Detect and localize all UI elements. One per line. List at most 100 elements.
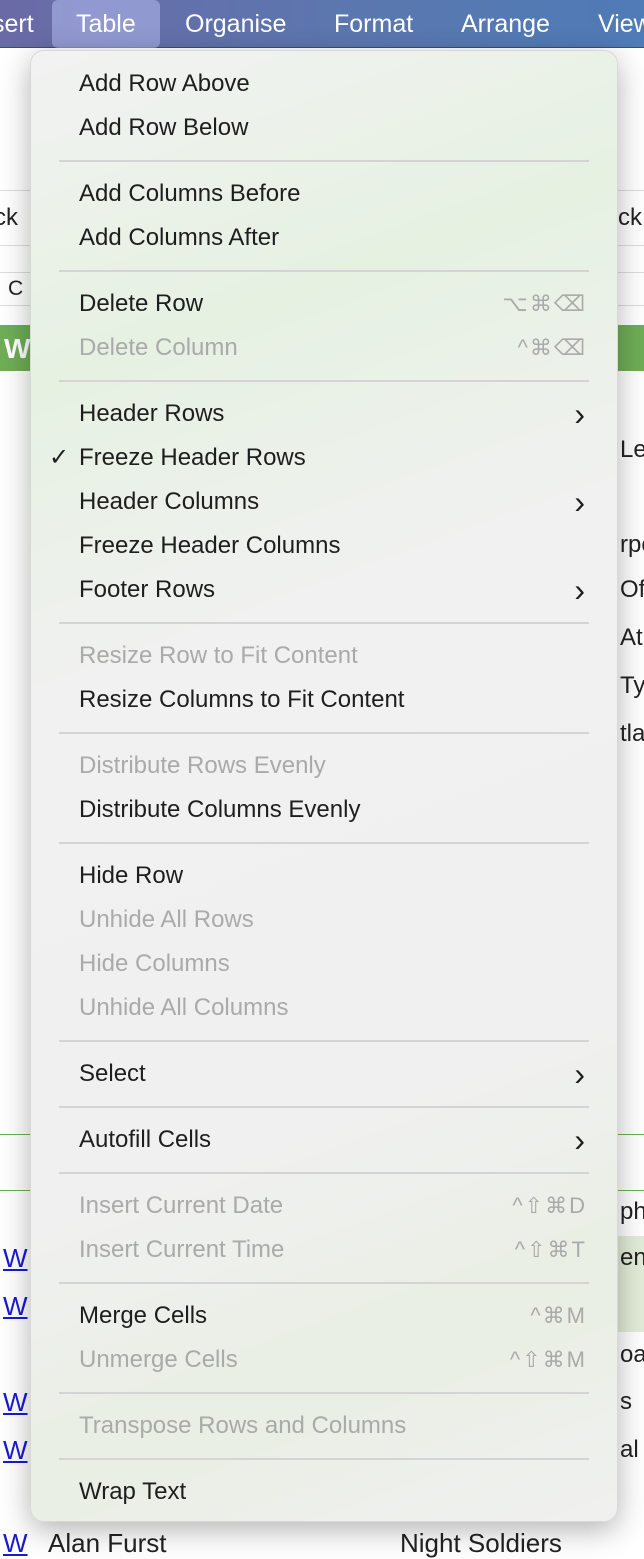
chevron-right-icon: › xyxy=(574,484,585,520)
menu-item-footer-rows[interactable]: Footer Rows › xyxy=(31,568,617,612)
cell-fragment: Of xyxy=(620,576,644,603)
cell-fragment: tla xyxy=(620,720,644,747)
keyboard-shortcut: ^⇧⌘D xyxy=(512,1193,587,1218)
menu-separator xyxy=(31,1096,617,1118)
menu-separator xyxy=(31,1272,617,1294)
cell-fragment: Le xyxy=(620,436,644,463)
menu-item-label: Footer Rows xyxy=(79,576,216,603)
keyboard-shortcut: ^⌘M xyxy=(530,1303,587,1328)
link-cell[interactable]: W xyxy=(3,1387,28,1418)
menu-item-add-columns-before[interactable]: Add Columns Before xyxy=(31,172,617,216)
menu-item-insert-current-date: Insert Current Date ^⇧⌘D xyxy=(31,1184,617,1228)
keyboard-shortcut: ^⇧⌘T xyxy=(514,1237,587,1262)
menu-item-header-columns[interactable]: Header Columns › xyxy=(31,480,617,524)
menu-table[interactable]: Table xyxy=(52,0,160,48)
menu-separator xyxy=(31,832,617,854)
author-cell[interactable]: Alan Furst xyxy=(48,1528,167,1559)
menu-item-label: Unhide All Columns xyxy=(79,994,289,1021)
menu-separator xyxy=(31,260,617,282)
link-cell[interactable]: W xyxy=(3,1528,28,1559)
menu-item-freeze-header-rows[interactable]: ✓ Freeze Header Rows xyxy=(31,436,617,480)
menu-item-add-columns-after[interactable]: Add Columns After xyxy=(31,216,617,260)
table-menu-dropdown: Add Row Above Add Row Below Add Columns Be… xyxy=(30,50,618,1522)
cell-fragment: al xyxy=(620,1436,639,1463)
menu-item-label: Insert Current Date xyxy=(79,1192,284,1219)
menu-separator xyxy=(31,722,617,744)
cell-fragment: en xyxy=(620,1244,644,1271)
title-cell[interactable]: Night Soldiers xyxy=(400,1528,562,1559)
menu-item-label: Resize Row to Fit Content xyxy=(79,642,358,669)
cell-fragment: ph xyxy=(620,1198,644,1225)
menu-item-hide-columns: Hide Columns xyxy=(31,942,617,986)
menu-item-label: Delete Column xyxy=(79,334,238,361)
menu-separator xyxy=(31,1030,617,1052)
checkmark-icon: ✓ xyxy=(49,444,70,471)
menu-item-label: Delete Row xyxy=(79,290,204,317)
menu-item-label: Freeze Header Rows xyxy=(79,444,306,471)
menu-item-label: Distribute Columns Evenly xyxy=(79,796,361,823)
menu-item-resize-columns-to-fit-content[interactable]: Resize Columns to Fit Content xyxy=(31,678,617,722)
menu-item-label: Add Columns After xyxy=(79,224,280,251)
menu-item-label: Wrap Text xyxy=(79,1478,187,1505)
menu-organise[interactable]: Organise xyxy=(185,0,286,48)
menu-item-header-rows[interactable]: Header Rows › xyxy=(31,392,617,436)
menu-item-label: Distribute Rows Evenly xyxy=(79,752,326,779)
menu-item-unmerge-cells: Unmerge Cells ^⇧⌘M xyxy=(31,1338,617,1382)
link-cell[interactable]: W xyxy=(3,1291,28,1322)
menu-item-merge-cells[interactable]: Merge Cells ^⌘M xyxy=(31,1294,617,1338)
menu-item-autofill-cells[interactable]: Autofill Cells › xyxy=(31,1118,617,1162)
menu-item-wrap-text[interactable]: Wrap Text xyxy=(31,1470,617,1514)
menu-separator xyxy=(31,1382,617,1404)
menu-separator xyxy=(31,150,617,172)
menu-item-label: Resize Columns to Fit Content xyxy=(79,686,405,713)
menu-arrange[interactable]: Arrange xyxy=(461,0,550,48)
menu-item-label: Header Columns xyxy=(79,488,260,515)
menu-item-distribute-rows-evenly: Distribute Rows Evenly xyxy=(31,744,617,788)
cell-fragment: ck xyxy=(0,204,18,231)
menu-item-label: Add Columns Before xyxy=(79,180,301,207)
menu-item-freeze-header-columns[interactable]: Freeze Header Columns xyxy=(31,524,617,568)
header-cell-fragment: W xyxy=(4,333,31,364)
menu-view[interactable]: View xyxy=(598,0,644,48)
link-cell[interactable]: W xyxy=(3,1435,28,1466)
keyboard-shortcut: ^⇧⌘M xyxy=(509,1347,587,1372)
column-label: C xyxy=(8,277,24,300)
menu-item-label: Transpose Rows and Columns xyxy=(79,1412,407,1439)
cell-fragment: rpo xyxy=(620,531,644,558)
menu-bar: sert Table Organise Format Arrange View xyxy=(0,0,644,48)
menu-item-hide-row[interactable]: Hide Row xyxy=(31,854,617,898)
menu-item-label: Add Row Below xyxy=(79,114,249,141)
menu-separator xyxy=(31,1162,617,1184)
menu-item-label: Unhide All Rows xyxy=(79,906,254,933)
cell-fragment: s xyxy=(620,1388,632,1415)
menu-separator xyxy=(31,1448,617,1470)
link-cell[interactable]: W xyxy=(3,1243,28,1274)
menu-format[interactable]: Format xyxy=(334,0,413,48)
chevron-right-icon: › xyxy=(574,572,585,608)
menu-item-label: Add Row Above xyxy=(79,70,250,97)
menu-item-delete-row[interactable]: Delete Row ⌥⌘⌫ xyxy=(31,282,617,326)
keyboard-shortcut: ⌥⌘⌫ xyxy=(502,291,587,316)
cell-fragment: oa xyxy=(620,1341,644,1368)
keyboard-shortcut: ^⌘⌫ xyxy=(517,335,587,360)
menu-item-label: Autofill Cells xyxy=(79,1126,212,1153)
menu-item-distribute-columns-evenly[interactable]: Distribute Columns Evenly xyxy=(31,788,617,832)
menu-item-label: Freeze Header Columns xyxy=(79,532,341,559)
menu-item-unhide-all-rows: Unhide All Rows xyxy=(31,898,617,942)
menu-item-label: Merge Cells xyxy=(79,1302,208,1329)
menu-item-add-row-below[interactable]: Add Row Below xyxy=(31,106,617,150)
menu-insert[interactable]: sert xyxy=(0,0,34,48)
cell-fragment: Tyr xyxy=(620,672,644,699)
cell-fragment: At xyxy=(620,624,643,651)
menu-item-resize-row-to-fit-content: Resize Row to Fit Content xyxy=(31,634,617,678)
menu-item-delete-column: Delete Column ^⌘⌫ xyxy=(31,326,617,370)
chevron-right-icon: › xyxy=(574,396,585,432)
menu-item-unhide-all-columns: Unhide All Columns xyxy=(31,986,617,1030)
menu-separator xyxy=(31,370,617,392)
chevron-right-icon: › xyxy=(574,1056,585,1092)
menu-item-select[interactable]: Select › xyxy=(31,1052,617,1096)
menu-item-label: Insert Current Time xyxy=(79,1236,285,1263)
menu-item-insert-current-time: Insert Current Time ^⇧⌘T xyxy=(31,1228,617,1272)
menu-item-add-row-above[interactable]: Add Row Above xyxy=(31,62,617,106)
menu-item-label: Unmerge Cells xyxy=(79,1346,238,1373)
